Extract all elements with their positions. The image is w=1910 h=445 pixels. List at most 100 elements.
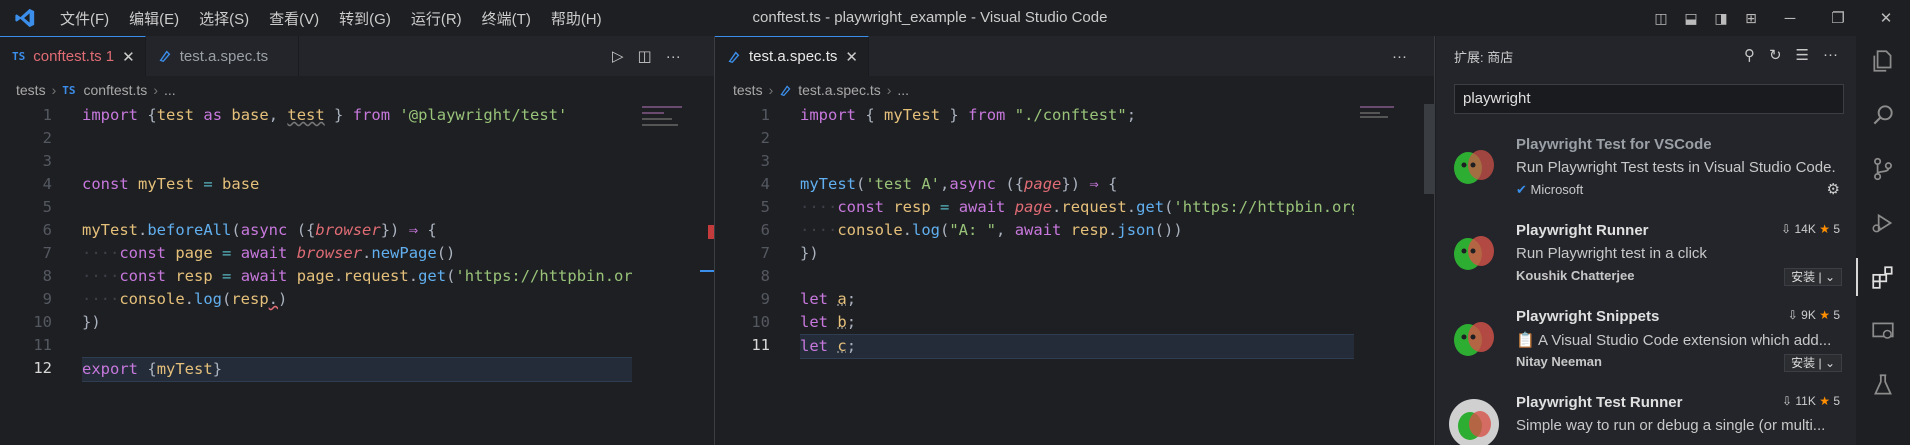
breadcrumb-file[interactable]: conftest.ts xyxy=(84,82,148,98)
minimap[interactable] xyxy=(1356,104,1420,445)
more-actions-icon[interactable]: ··· xyxy=(666,48,681,65)
search-icon[interactable] xyxy=(1870,102,1896,128)
extension-search-input[interactable]: playwright xyxy=(1454,84,1844,114)
code-line: 1 import {test as base, test } from '@pla… xyxy=(42,106,568,124)
playwright-logo-icon xyxy=(1449,399,1499,445)
menu-go[interactable]: 转到(G) xyxy=(329,8,401,29)
star-icon: ★ xyxy=(1819,394,1830,408)
extension-item[interactable]: Playwright Runner ⇩ 14K ★ 5 Run Playwrig… xyxy=(1436,214,1856,300)
breadcrumb-folder[interactable]: tests xyxy=(733,82,763,98)
sidebar-divider[interactable] xyxy=(1434,36,1435,445)
breadcrumb: tests › TS conftest.ts › ... xyxy=(16,76,176,104)
toggle-panel-icon[interactable]: ⬓ xyxy=(1676,10,1706,27)
source-control-icon[interactable] xyxy=(1870,156,1896,182)
right-editor-actions: ··· xyxy=(1392,36,1407,76)
explorer-icon[interactable] xyxy=(1870,48,1896,74)
close-tab-icon[interactable]: ✕ xyxy=(122,48,135,66)
scrollbar[interactable] xyxy=(1424,104,1434,194)
minimize-icon[interactable]: ─ xyxy=(1766,10,1814,27)
left-code-editor[interactable]: 1 import {test as base, test } from '@pla… xyxy=(0,104,632,445)
download-icon: ⇩ xyxy=(1781,222,1792,236)
close-window-icon[interactable]: ✕ xyxy=(1862,9,1910,27)
install-button[interactable]: 安装 | ⌄ xyxy=(1784,268,1842,286)
extension-item[interactable]: Playwright Snippets ⇩ 9K ★ 5 📋 A Visual … xyxy=(1436,300,1856,386)
extension-item[interactable]: Playwright Test for VSCode Run Playwrigh… xyxy=(1436,128,1856,214)
breadcrumb-symbol[interactable]: ... xyxy=(897,82,909,98)
run-icon[interactable]: ▷ xyxy=(612,47,624,65)
chevron-right-icon: › xyxy=(153,82,158,98)
extension-stats: ⇩ 14K ★ 5 xyxy=(1781,222,1840,236)
toggle-sidebar-icon[interactable]: ◫ xyxy=(1646,10,1676,27)
menu-terminal[interactable]: 终端(T) xyxy=(472,8,541,29)
tab-label: test.a.spec.ts xyxy=(179,47,269,65)
star-icon: ★ xyxy=(1819,222,1830,236)
refresh-icon[interactable]: ↻ xyxy=(1769,46,1782,64)
extension-publisher: ✔ Microsoft xyxy=(1516,182,1584,197)
test-file-icon xyxy=(159,50,171,63)
code-line: 10 let b; xyxy=(751,313,857,331)
left-editor-actions: ▷ ◫ ··· xyxy=(612,36,681,76)
breadcrumb-file[interactable]: test.a.spec.ts xyxy=(798,82,880,98)
menu-help[interactable]: 帮助(H) xyxy=(541,8,612,29)
test-file-icon xyxy=(780,84,791,96)
extension-stats: ⇩ 11K ★ 5 xyxy=(1781,394,1840,408)
tab-test-a-spec-right[interactable]: test.a.spec.ts ✕ xyxy=(715,36,869,76)
code-line: 8 xyxy=(760,267,770,285)
code-line: 1 import { myTest } from "./conftest"; xyxy=(760,106,1137,124)
code-line: 5 ····const resp = await page.request.get… xyxy=(760,198,1354,216)
menu-run[interactable]: 运行(R) xyxy=(401,8,472,29)
code-line: 7 ····const page = await browser.newPage(… xyxy=(42,244,456,262)
playwright-logo-icon xyxy=(1454,150,1494,184)
restore-icon[interactable]: ❐ xyxy=(1814,9,1862,27)
code-line: 3 xyxy=(760,152,770,170)
tab-test-a-spec[interactable]: test.a.spec.ts xyxy=(145,36,300,76)
menu-edit[interactable]: 编辑(E) xyxy=(119,8,189,29)
run-debug-icon[interactable] xyxy=(1870,210,1896,236)
close-tab-icon[interactable]: ✕ xyxy=(845,48,858,66)
clear-icon[interactable]: ☰ xyxy=(1796,46,1809,64)
cursor-marker xyxy=(700,270,714,272)
extension-name: Playwright Runner xyxy=(1516,222,1649,239)
minimap[interactable] xyxy=(636,104,700,445)
breadcrumb-symbol[interactable]: ... xyxy=(164,82,176,98)
breadcrumb-folder[interactable]: tests xyxy=(16,82,46,98)
more-actions-icon[interactable]: ··· xyxy=(1392,48,1407,65)
extension-description: Simple way to run or debug a single (or … xyxy=(1516,417,1826,434)
editor-group-divider[interactable] xyxy=(714,36,715,445)
playwright-logo-icon xyxy=(1454,322,1494,356)
code-line: 4 const myTest = base xyxy=(42,175,260,193)
tab-conftest[interactable]: TS conftest.ts 1 ✕ xyxy=(0,36,146,76)
extensions-panel: 扩展: 商店 ⚲ ↻ ☰ ··· playwright Playwright T… xyxy=(1436,36,1856,445)
extension-item[interactable]: Playwright Test Runner ⇩ 11K ★ 5 Simple … xyxy=(1436,386,1856,445)
toggle-secondary-sidebar-icon[interactable]: ◨ xyxy=(1706,10,1736,27)
gear-icon[interactable]: ⚙ xyxy=(1827,180,1840,198)
more-actions-icon[interactable]: ··· xyxy=(1823,46,1838,64)
extension-publisher: Koushik Chatterjee xyxy=(1516,268,1635,283)
code-line: 6 myTest.beforeAll(async ({browser}) ⇒ { xyxy=(42,221,437,239)
right-code-editor[interactable]: 1 import { myTest } from "./conftest"; 2 … xyxy=(718,104,1354,445)
filter-icon[interactable]: ⚲ xyxy=(1744,46,1755,64)
code-line: 11 xyxy=(33,336,52,354)
menu-selection[interactable]: 选择(S) xyxy=(189,8,259,29)
extension-description: Run Playwright Test tests in Visual Stud… xyxy=(1516,159,1836,176)
customize-layout-icon[interactable]: ⊞ xyxy=(1736,10,1766,27)
code-line: 7}) xyxy=(760,244,819,262)
split-editor-icon[interactable]: ◫ xyxy=(638,47,652,65)
menu-file[interactable]: 文件(F) xyxy=(50,8,119,29)
remote-explorer-icon[interactable] xyxy=(1870,318,1896,344)
window-title: conftest.ts - playwright_example - Visua… xyxy=(752,9,1108,26)
code-line: 2 xyxy=(42,129,52,147)
code-line: 9 let a; xyxy=(760,290,857,308)
star-icon: ★ xyxy=(1819,308,1830,322)
extensions-icon[interactable] xyxy=(1870,264,1896,290)
extension-name: Playwright Snippets xyxy=(1516,308,1660,325)
typescript-icon: TS xyxy=(62,83,76,97)
verified-icon: ✔ xyxy=(1516,182,1527,197)
testing-icon[interactable] xyxy=(1870,372,1896,398)
right-tab-bar: test.a.spec.ts ✕ xyxy=(715,36,1435,76)
extension-stats: ⇩ 9K ★ 5 xyxy=(1787,308,1840,322)
menu-view[interactable]: 查看(V) xyxy=(259,8,329,29)
install-button[interactable]: 安装 | ⌄ xyxy=(1784,354,1842,372)
code-line: 12 export {myTest} xyxy=(0,357,632,382)
test-file-icon xyxy=(728,51,740,63)
